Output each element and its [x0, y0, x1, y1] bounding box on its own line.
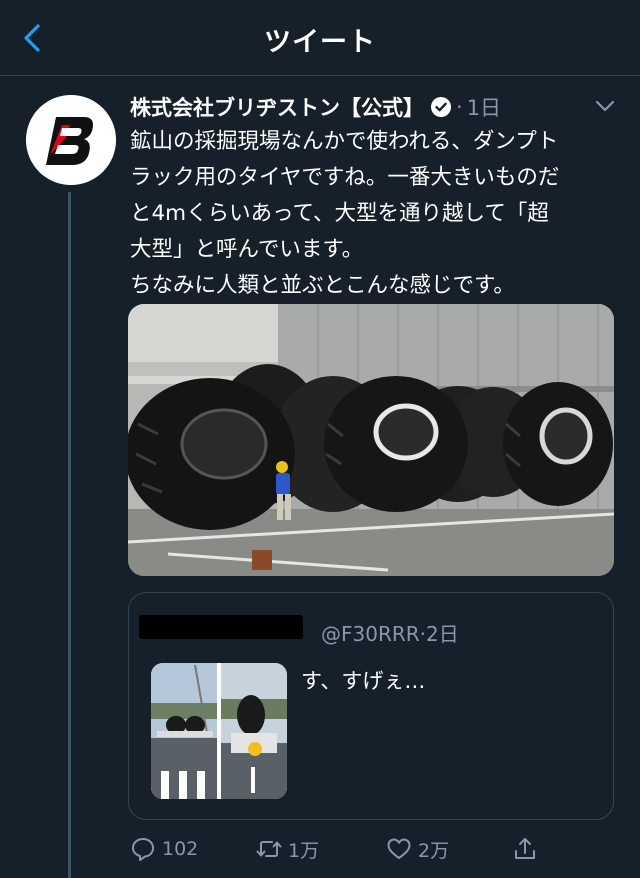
tweet-photo[interactable] [128, 304, 614, 576]
tweet-text-line: 鉱山の採掘現場なんかで使われる、ダンプト [130, 129, 559, 154]
quoted-handle: @F30RRR [321, 622, 420, 646]
separator-dot: · [456, 95, 463, 119]
tweet-text-line: ラック用のタイヤですね。一番大きいものだ [130, 165, 560, 190]
redacted-name [139, 615, 303, 639]
heart-icon [387, 838, 411, 859]
quoted-timestamp: 2日 [426, 622, 459, 646]
verified-badge-icon [431, 97, 451, 117]
like-button[interactable]: 2万 [386, 832, 449, 866]
tweet-timestamp: 1日 [466, 96, 502, 120]
road-tires-photo [151, 663, 287, 799]
thread-line [68, 192, 71, 878]
share-icon [515, 838, 535, 859]
share-button[interactable] [512, 832, 538, 866]
quoted-tweet-meta: @F30RRR·2日 [321, 618, 459, 647]
giant-tires-photo [128, 304, 614, 576]
reply-button[interactable]: 102 [130, 832, 198, 866]
tweet-actions: 102 1万 2万 [0, 832, 640, 868]
avatar[interactable] [26, 95, 116, 185]
retweet-icon [256, 841, 282, 857]
author-name[interactable]: 株式会社ブリヂストン【公式】 [130, 92, 424, 122]
tweet-author-row: 株式会社ブリヂストン【公式】 · 1日 [130, 92, 501, 122]
quoted-tweet[interactable]: @F30RRR·2日 す、すげぇ… [128, 592, 614, 820]
quoted-tweet-text: す、すげぇ… [301, 669, 426, 693]
chevron-down-icon[interactable] [594, 98, 616, 114]
bridgestone-logo-icon [26, 95, 116, 185]
like-count: 2万 [418, 839, 450, 862]
tweet-text-line: 大型」と呼んでいます。 [130, 237, 364, 262]
retweet-count: 1万 [288, 839, 320, 862]
top-bar: ツイート [0, 0, 640, 76]
reply-count: 102 [162, 838, 199, 860]
reply-icon [132, 838, 154, 861]
tweet-text-line: と4mくらいあって、大型を通り越して「超 [130, 201, 549, 226]
page-title: ツイート [264, 27, 376, 58]
tweet-text-line: ちなみに人類と並ぶとこんな感じです。 [130, 273, 515, 298]
tweet-text: 鉱山の採掘現場なんかで使われる、ダンプト ラック用のタイヤですね。一番大きいもの… [130, 124, 620, 304]
retweet-button[interactable]: 1万 [256, 832, 319, 866]
quoted-tweet-photo[interactable] [151, 663, 287, 799]
